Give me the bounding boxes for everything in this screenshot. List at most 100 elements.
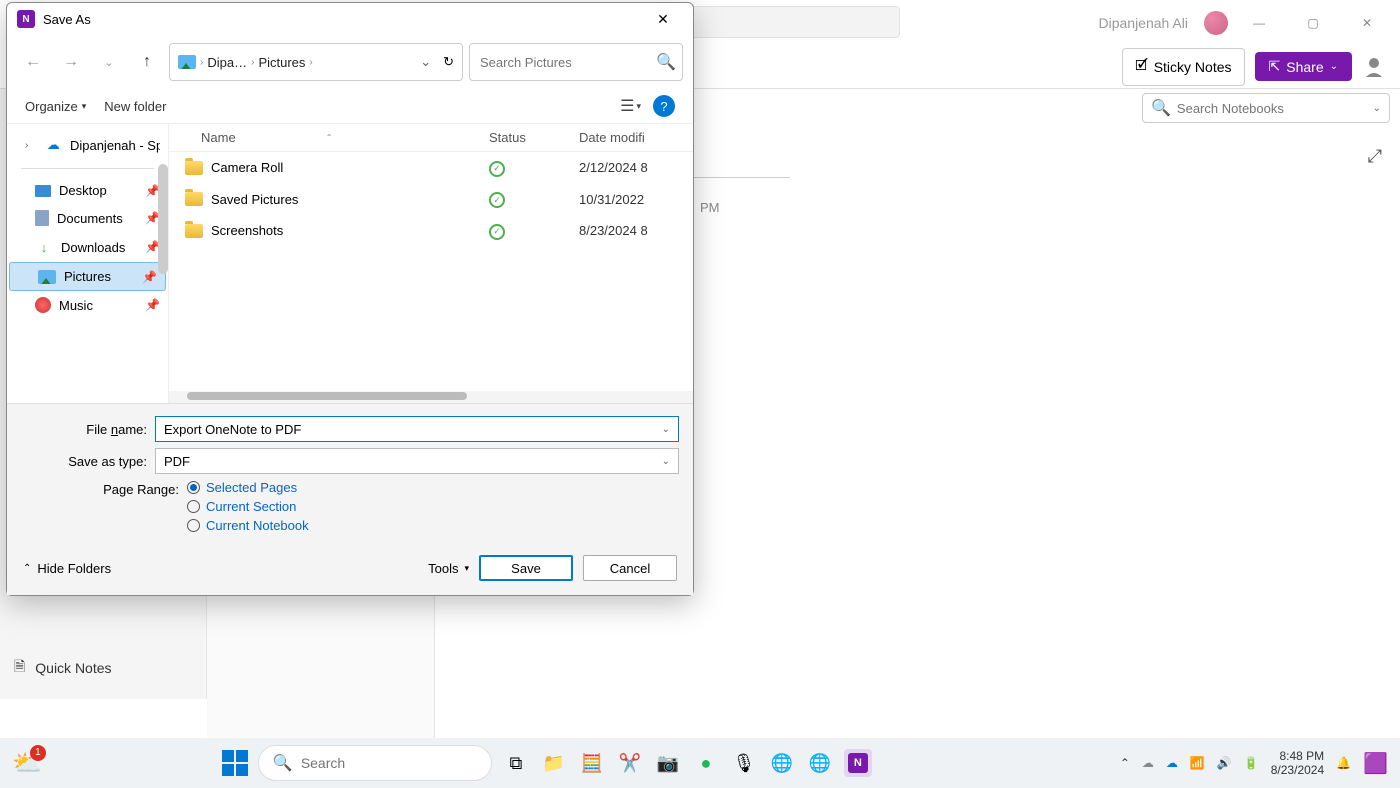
range-current-section[interactable]: Current Section <box>187 499 309 514</box>
wifi-icon[interactable]: 📶 <box>1190 756 1205 770</box>
expand-icon[interactable]: › <box>25 140 37 151</box>
onedrive-tray-icon-2[interactable]: ☁ <box>1166 756 1178 770</box>
volume-icon[interactable]: 🔊 <box>1217 756 1232 770</box>
tools-button[interactable]: Tools ▾ <box>428 561 469 576</box>
refresh-button[interactable]: ↻ <box>443 54 454 70</box>
breadcrumb-seg[interactable]: Pictures <box>258 55 305 70</box>
mic-icon[interactable]: 🎙 <box>730 749 758 777</box>
explorer-icon[interactable]: 📁 <box>540 749 568 777</box>
chevron-right-icon: › <box>251 57 254 68</box>
copilot-icon[interactable] <box>1362 55 1386 79</box>
copilot-tray-icon[interactable]: 🟪 <box>1363 751 1388 776</box>
dialog-search[interactable]: 🔍 <box>469 43 683 81</box>
chevron-down-icon[interactable]: ⌄ <box>1373 103 1381 114</box>
hide-folders-button[interactable]: ⌃ Hide Folders <box>23 561 111 576</box>
tree-desktop[interactable]: Desktop 📌 <box>7 177 168 204</box>
chevron-down-icon[interactable]: ⌄ <box>662 424 670 435</box>
tree-music[interactable]: Music 📌 <box>7 291 168 319</box>
tree-scrollbar[interactable] <box>158 164 168 274</box>
chevron-down-icon: ▾ <box>82 101 87 112</box>
camera-icon[interactable]: 📷 <box>654 749 682 777</box>
tray-chevron-icon[interactable]: ⌃ <box>1120 756 1130 770</box>
spotify-icon[interactable]: ● <box>692 749 720 777</box>
quick-notes-item[interactable]: 🗎 Quick Notes <box>14 656 112 680</box>
tree-label: Documents <box>57 211 123 226</box>
folder-icon <box>185 224 203 238</box>
taskbar-search[interactable]: 🔍 <box>258 745 492 781</box>
col-name[interactable]: Name ⌃ <box>169 130 489 145</box>
minimize-button[interactable]: — <box>1236 7 1282 39</box>
file-date: 2/12/2024 8 <box>579 160 693 175</box>
filetype-input[interactable]: PDF ⌄ <box>155 448 679 474</box>
task-view-icon[interactable]: ⧉ <box>502 749 530 777</box>
tree-label: Music <box>59 298 93 313</box>
start-button[interactable] <box>222 750 248 776</box>
file-row[interactable]: Camera Roll ✓ 2/12/2024 8 <box>169 152 693 184</box>
synced-icon: ✓ <box>489 192 505 208</box>
view-button[interactable]: ☰ ▾ <box>620 96 641 116</box>
chrome-icon-2[interactable]: 🌐 <box>806 749 834 777</box>
range-current-notebook[interactable]: Current Notebook <box>187 518 309 533</box>
back-button[interactable]: ← <box>17 46 49 78</box>
forward-button[interactable]: → <box>55 46 87 78</box>
tree-pictures[interactable]: Pictures 📌 <box>9 262 166 291</box>
sticky-notes-button[interactable]: 🗹 Sticky Notes <box>1122 48 1244 86</box>
breadcrumb[interactable]: › Dipa… › Pictures › ⌄ ↻ <box>169 43 463 81</box>
maximize-button[interactable]: ▢ <box>1290 7 1336 39</box>
up-button[interactable]: ↑ <box>131 46 163 78</box>
range-selected-pages[interactable]: Selected Pages <box>187 480 309 495</box>
pictures-icon <box>178 55 196 69</box>
sticky-icon: 🗹 <box>1135 55 1148 79</box>
folder-icon <box>185 161 203 175</box>
weather-widget[interactable]: ⛅ 1 <box>12 749 42 778</box>
search-icon: 🔍 <box>273 753 293 773</box>
radio-icon <box>187 519 200 532</box>
filename-input[interactable]: Export OneNote to PDF ⌄ <box>155 416 679 442</box>
file-name: Camera Roll <box>211 160 283 175</box>
close-button[interactable]: ✕ <box>1344 7 1390 39</box>
calculator-icon[interactable]: 🧮 <box>578 749 606 777</box>
onenote-taskbar-icon[interactable]: N <box>844 749 872 777</box>
filename-value: Export OneNote to PDF <box>164 422 301 437</box>
taskbar-search-input[interactable] <box>301 755 482 771</box>
share-label: Share <box>1286 59 1323 75</box>
tree-onedrive[interactable]: › ☁ Dipanjenah - Sp <box>7 130 168 160</box>
col-status[interactable]: Status <box>489 130 579 145</box>
share-button[interactable]: ⇱ Share ⌄ <box>1255 52 1352 81</box>
list-icon: ☰ <box>620 96 634 116</box>
expand-icon[interactable]: ⤢ <box>1368 146 1382 167</box>
dialog-close-button[interactable]: ✕ <box>643 4 683 34</box>
battery-icon[interactable]: 🔋 <box>1244 756 1259 770</box>
file-row[interactable]: Screenshots ✓ 8/23/2024 8 <box>169 215 693 247</box>
scrollbar-thumb[interactable] <box>187 392 467 400</box>
breadcrumb-dropdown[interactable]: ⌄ <box>420 54 431 70</box>
recent-dropdown[interactable]: ⌄ <box>93 46 125 78</box>
breadcrumb-seg[interactable]: Dipa… <box>207 55 247 70</box>
chevron-down-icon[interactable]: ⌄ <box>662 456 670 467</box>
range-label: Page Range: <box>21 480 179 533</box>
file-row[interactable]: Saved Pictures ✓ 10/31/2022 <box>169 184 693 216</box>
dialog-search-input[interactable] <box>480 55 656 70</box>
notebook-search[interactable]: 🔍 ⌄ <box>1142 93 1390 123</box>
new-folder-button[interactable]: New folder <box>104 99 166 114</box>
horizontal-scrollbar[interactable] <box>169 391 693 403</box>
weather-badge: 1 <box>30 745 46 761</box>
notebook-search-input[interactable] <box>1177 101 1373 116</box>
onedrive-tray-icon[interactable]: ☁ <box>1142 756 1154 770</box>
col-date[interactable]: Date modifi <box>579 130 693 145</box>
clock-date: 8/23/2024 <box>1271 763 1324 777</box>
downloads-icon: ↓ <box>35 238 53 256</box>
music-icon <box>35 297 51 313</box>
snip-icon[interactable]: ✂️ <box>616 749 644 777</box>
chrome-icon[interactable]: 🌐 <box>768 749 796 777</box>
tree-documents[interactable]: Documents 📌 <box>7 204 168 232</box>
notifications-icon[interactable]: 🔔 <box>1336 756 1351 770</box>
clock[interactable]: 8:48 PM 8/23/2024 <box>1271 749 1324 778</box>
cancel-button[interactable]: Cancel <box>583 555 677 581</box>
avatar[interactable] <box>1204 11 1228 35</box>
organize-button[interactable]: Organize ▾ <box>25 99 86 114</box>
tree-downloads[interactable]: ↓ Downloads 📌 <box>7 232 168 262</box>
save-button[interactable]: Save <box>479 555 573 581</box>
pin-icon: 📌 <box>142 270 157 284</box>
help-button[interactable]: ? <box>653 95 675 117</box>
